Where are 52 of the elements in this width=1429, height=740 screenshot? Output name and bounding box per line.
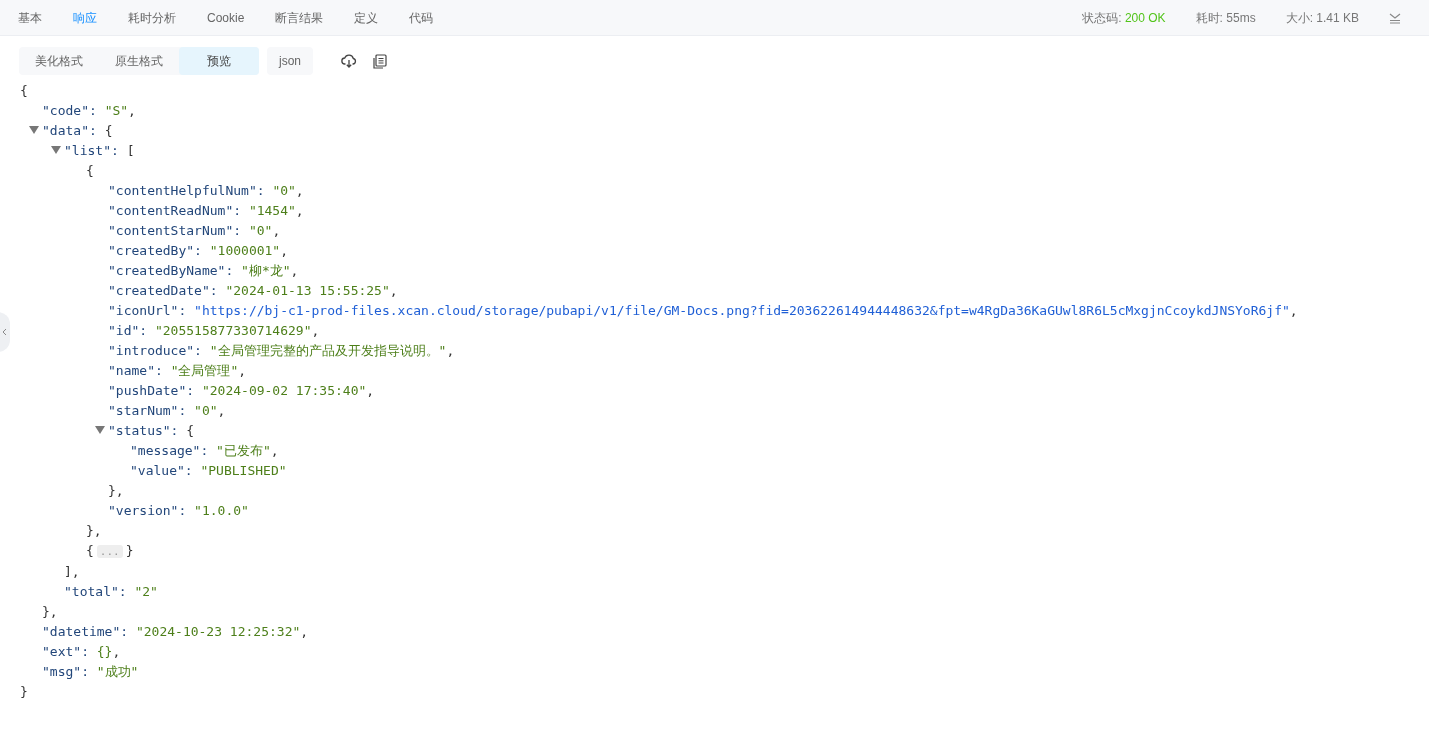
json-line: "total": "2": [64, 583, 158, 601]
json-line: "datetime": "2024-10-23 12:25:32",: [42, 623, 309, 641]
json-line: "contentReadNum": "1454",: [108, 202, 304, 220]
collapsed-object[interactable]: { ... }: [86, 541, 134, 562]
json-line: "starNum": "0",: [108, 402, 226, 420]
status-text: 大小: 1.41 KB: [1285, 9, 1359, 27]
json-line: "code": "S",: [42, 102, 136, 120]
format-tab[interactable]: 预览: [179, 47, 259, 75]
cloud-download-icon[interactable]: [341, 54, 357, 68]
json-line: "status": {: [108, 422, 195, 440]
json-line: "name": "全局管理",: [108, 362, 247, 380]
json-line: "id": "205515877330714629",: [108, 322, 320, 340]
json-line: },: [86, 522, 102, 540]
json-line: "contentHelpfulNum": "0",: [108, 182, 304, 200]
json-line: "createdByName": "柳*龙",: [108, 262, 299, 280]
json-line: "introduce": "全局管理完整的产品及开发指导说明。",: [108, 342, 455, 360]
status-text: 耗时: 55ms: [1195, 9, 1256, 27]
chevron-left-icon: [2, 328, 7, 336]
tab[interactable]: 代码: [409, 8, 434, 27]
status-text: 状态码: 200 OK: [1082, 9, 1166, 27]
json-line: "message": "已发布",: [130, 442, 279, 460]
format-tab[interactable]: 原生格式: [99, 47, 179, 75]
json-line: "createdBy": "1000001",: [108, 242, 289, 260]
json-line: "version": "1.0.0": [108, 502, 249, 520]
tab[interactable]: 断言结果: [275, 8, 324, 27]
json-line: },: [42, 603, 58, 621]
json-line: {: [20, 82, 28, 100]
json-line: "value": "PUBLISHED": [130, 462, 287, 480]
format-tab[interactable]: 美化格式: [19, 47, 99, 75]
expand-toggle-icon[interactable]: [51, 146, 61, 154]
json-line: "ext": {},: [42, 643, 121, 661]
json-line: },: [108, 482, 124, 500]
json-line: "list": [: [64, 142, 135, 160]
json-line: "msg": "成功": [42, 663, 139, 681]
tab[interactable]: 基本: [18, 8, 42, 27]
type-button[interactable]: json: [267, 47, 313, 75]
json-line: ],: [64, 563, 80, 581]
expand-toggle-icon[interactable]: [29, 126, 39, 134]
tab[interactable]: 定义: [354, 8, 379, 27]
json-line: }: [20, 683, 28, 701]
copy-icon[interactable]: [373, 53, 387, 69]
json-line: "contentStarNum": "0",: [108, 222, 281, 240]
expand-toggle-icon[interactable]: [95, 426, 105, 434]
json-line: "createdDate": "2024-01-13 15:55:25",: [108, 282, 398, 300]
json-line: "data": {: [42, 122, 113, 140]
tab[interactable]: Cookie: [207, 8, 245, 27]
tab[interactable]: 耗时分析: [128, 8, 176, 27]
json-link-line[interactable]: "iconUrl": "https://bj-c1-prod-files.xcan.cloud/storage/pubapi/v1/file/GM-Docs.png?fid=203622614944448632&fpt=w4RgDa36KaGUwl8R6L5cMxgjnCcoykdJNSYoR6jf",: [108, 301, 1298, 321]
collapse-down-icon[interactable]: [1389, 11, 1401, 24]
tab[interactable]: 响应: [73, 8, 97, 27]
json-line: "pushDate": "2024-09-02 17:35:40",: [108, 382, 375, 400]
json-line: {: [86, 162, 94, 180]
